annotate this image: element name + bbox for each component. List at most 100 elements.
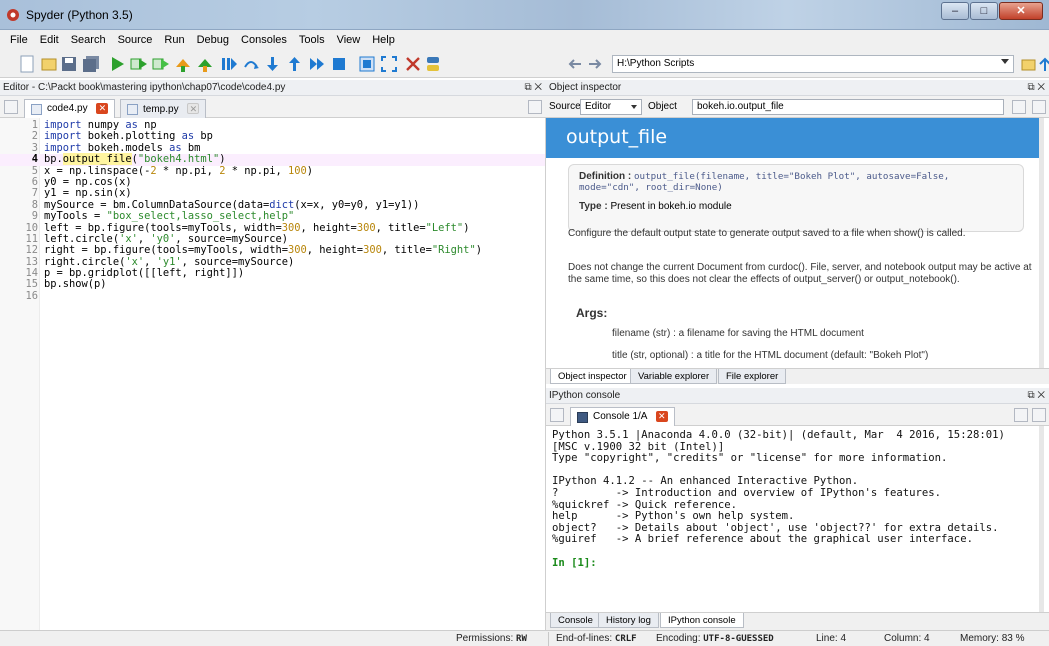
vertical-scrollbar[interactable] — [1039, 426, 1044, 612]
run-cell-advance-icon[interactable] — [174, 55, 192, 73]
lock-icon[interactable] — [1012, 100, 1026, 114]
python-path-icon[interactable] — [424, 55, 442, 73]
run-file-icon[interactable] — [130, 55, 148, 73]
tab-file-explorer[interactable]: File explorer — [718, 369, 787, 384]
code-token: ) — [463, 221, 470, 234]
menu-debug[interactable]: Debug — [191, 34, 235, 46]
line-number: 12 — [25, 244, 38, 257]
chevron-down-icon[interactable] — [1001, 59, 1009, 64]
maximize-pane-icon[interactable] — [358, 55, 376, 73]
preferences-icon[interactable] — [404, 55, 422, 73]
code-token: bp — [194, 130, 213, 143]
tab-variable-explorer[interactable]: Variable explorer — [630, 369, 718, 384]
menu-edit[interactable]: Edit — [34, 34, 65, 46]
code-token: , title= — [375, 221, 426, 234]
code-token: mySource = bm.ColumnDataSource(data= — [44, 198, 270, 211]
object-inspector-title: Object inspector — [549, 82, 622, 93]
type-value: Present in bokeh.io module — [610, 201, 732, 212]
code-token: , height= — [306, 244, 364, 257]
fullscreen-icon[interactable] — [380, 55, 398, 73]
code-text[interactable]: 1 import numpy as np 2 import bokeh.plottin… — [0, 119, 545, 302]
editor-options-icon[interactable] — [528, 100, 542, 114]
menu-source[interactable]: Source — [112, 34, 159, 46]
save-icon[interactable] — [60, 55, 78, 73]
close-button[interactable]: ✕ — [999, 2, 1043, 20]
browse-tabs-icon[interactable] — [550, 408, 564, 422]
code-token: 'y0' — [150, 232, 176, 245]
object-inspector-pane-controls[interactable]: ⧉ ✕ — [1027, 82, 1045, 93]
menu-help[interactable]: Help — [366, 34, 401, 46]
object-input[interactable]: bokeh.io.output_file — [692, 99, 1004, 115]
run-icon[interactable] — [108, 55, 126, 73]
code-token: bm — [181, 141, 201, 154]
step-icon[interactable] — [242, 55, 260, 73]
save-all-icon[interactable] — [82, 55, 100, 73]
options-icon[interactable] — [1032, 100, 1046, 114]
code-line[interactable]: 16 — [0, 290, 545, 302]
open-file-icon[interactable] — [40, 55, 58, 73]
code-token: right = bp.figure(tools=myTools, width= — [44, 244, 288, 257]
run-cell-icon[interactable] — [152, 55, 170, 73]
object-label: Object — [648, 101, 677, 112]
code-token: 'x' — [125, 255, 145, 268]
step-return-icon[interactable] — [286, 55, 304, 73]
code-line[interactable]: 15 bp.show(p) — [0, 279, 545, 291]
close-tab-icon[interactable]: ✕ — [655, 411, 668, 422]
maximize-button[interactable]: □ — [970, 2, 998, 20]
code-token: x = np.linspace(- — [44, 164, 151, 177]
definition-text: output_file(filename, title="Bokeh Plot"… — [579, 171, 950, 193]
tab-code4[interactable]: code4.py ✕ — [24, 99, 116, 118]
menu-consoles[interactable]: Consoles — [235, 34, 293, 46]
continue-icon[interactable] — [308, 55, 326, 73]
code-token: "box_select,lasso_select,help" — [106, 210, 295, 223]
menu-tools[interactable]: Tools — [293, 34, 331, 46]
console-options-icon[interactable] — [1032, 408, 1046, 422]
line-number: 4 — [31, 153, 38, 166]
source-select[interactable]: Editor — [580, 99, 642, 115]
code-line-text: bp.show(p) — [44, 279, 107, 290]
tab-ipython-console[interactable]: IPython console — [660, 613, 744, 628]
code-editor[interactable]: 1 import numpy as np 2 import bokeh.plottin… — [0, 118, 546, 630]
editor-pane-controls[interactable]: ⧉ ✕ — [524, 82, 542, 93]
minimize-button[interactable]: – — [941, 2, 969, 20]
ipython-console-output[interactable]: Python 3.5.1 |Anaconda 4.0.0 (32-bit)| (… — [546, 426, 1044, 612]
step-into-icon[interactable] — [264, 55, 282, 73]
close-tab-icon[interactable]: ✕ — [96, 103, 109, 114]
browse-tabs-icon[interactable] — [4, 100, 18, 114]
menu-view[interactable]: View — [331, 34, 367, 46]
code-token: y0 = np.cos(x) — [44, 175, 132, 188]
close-tab-icon[interactable]: ✕ — [187, 103, 200, 114]
code-token: 300 — [356, 221, 376, 234]
working-directory-combo[interactable]: H:\Python Scripts — [612, 55, 1014, 73]
source-select-value: Editor — [585, 101, 612, 112]
console-prompt[interactable]: In [1]: — [552, 557, 1005, 570]
code-token: right.circle( — [44, 255, 126, 268]
editor-path-label: Editor - C:\Packt book\mastering ipython… — [3, 82, 286, 93]
debug-icon[interactable] — [220, 55, 238, 73]
tab-console[interactable]: Console — [550, 613, 601, 628]
back-arrow-icon[interactable] — [566, 55, 584, 73]
doc-heading: output_file — [566, 126, 668, 148]
code-token: dict — [269, 198, 295, 211]
forward-arrow-icon[interactable] — [586, 55, 604, 73]
tab-history-log[interactable]: History log — [598, 613, 659, 628]
tab-console-1a[interactable]: Console 1/A ✕ — [570, 407, 675, 426]
ipython-pane-controls[interactable]: ⧉ ✕ — [1027, 390, 1045, 401]
tab-object-inspector[interactable]: Object inspector — [550, 369, 635, 384]
run-selection-icon[interactable] — [196, 55, 214, 73]
stop-debug-icon[interactable] — [330, 55, 348, 73]
line-status: Line: 4 — [816, 633, 846, 644]
code-token: "Left" — [425, 221, 464, 234]
tab-temp[interactable]: temp.py ✕ — [120, 99, 207, 118]
chevron-down-icon[interactable] — [631, 105, 637, 109]
parent-dir-icon[interactable] — [1036, 55, 1049, 73]
menu-file[interactable]: File — [4, 34, 34, 46]
new-file-icon[interactable] — [18, 55, 36, 73]
code-token: * np.pi, — [156, 164, 220, 177]
menu-search[interactable]: Search — [65, 34, 112, 46]
stop-kernel-icon[interactable] — [1014, 408, 1028, 422]
code-token: , — [144, 255, 157, 268]
vertical-scrollbar[interactable] — [1039, 118, 1044, 368]
object-input-value: bokeh.io.output_file — [697, 101, 784, 112]
menu-run[interactable]: Run — [158, 34, 190, 46]
